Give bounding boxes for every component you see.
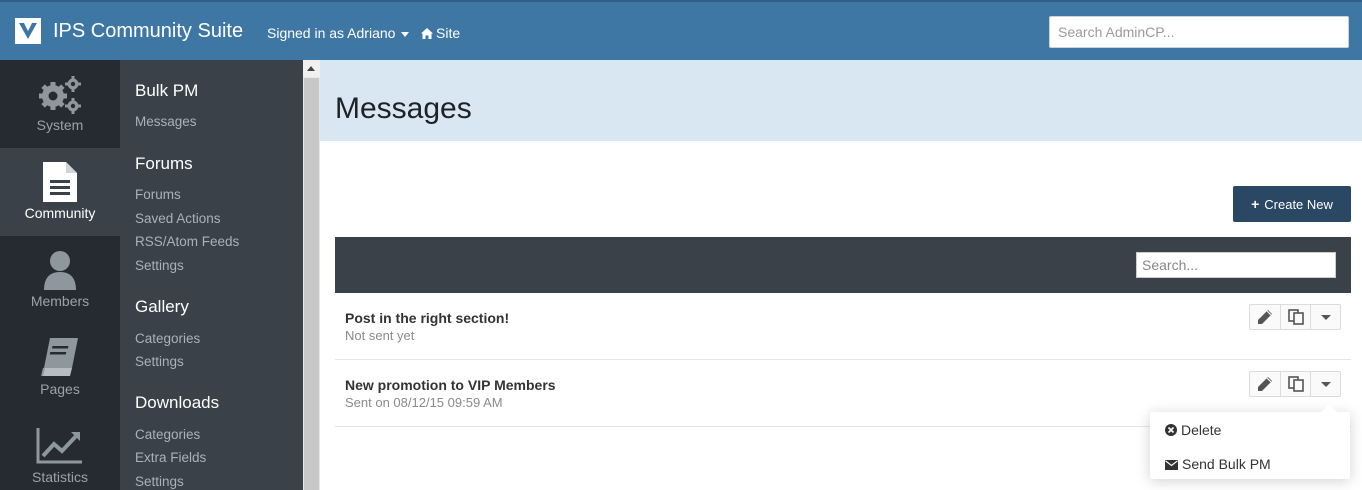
pencil-icon [1258, 310, 1272, 324]
sub-link-gallery-settings[interactable]: Settings [135, 354, 184, 369]
sub-heading-downloads: Downloads [135, 393, 220, 412]
ips-logo-icon [15, 18, 41, 44]
sub-heading-forums: Forums [135, 154, 193, 173]
signed-in-label: Signed in as Adriano [267, 25, 396, 41]
table-row: Post in the right section! Not sent yet [335, 293, 1351, 360]
user-icon [44, 251, 76, 290]
sub-link-forum-settings[interactable]: Settings [135, 258, 184, 273]
nav-item-community[interactable]: Community [0, 148, 120, 236]
table-toolbar [335, 237, 1351, 293]
table-search-input[interactable] [1136, 252, 1336, 278]
copy-icon [1288, 309, 1304, 325]
nav-label-members: Members [30, 293, 90, 309]
send-bulk-pm-label: Send Bulk PM [1182, 456, 1271, 472]
page-title: Messages [335, 92, 472, 125]
row-actions-dropdown: Delete Send Bulk PM [1150, 404, 1350, 479]
nav-label-pages: Pages [40, 381, 80, 397]
plus-icon: + [1251, 196, 1260, 212]
nav-label-community: Community [24, 205, 96, 221]
sub-link-download-categories[interactable]: Categories [135, 427, 200, 442]
sub-menu: Bulk PM Messages Forums Forums Saved Act… [120, 60, 303, 490]
sub-heading-bulk-pm: Bulk PM [135, 81, 199, 100]
delete-label: Delete [1181, 422, 1222, 438]
scroll-up-arrow-icon[interactable] [303, 60, 320, 77]
primary-nav: System Community Members Pages Statistic… [0, 60, 120, 490]
edit-button[interactable] [1250, 372, 1280, 396]
row-actions [1249, 304, 1341, 330]
copy-button[interactable] [1280, 372, 1310, 396]
sub-link-extra-fields[interactable]: Extra Fields [135, 450, 206, 465]
nav-item-pages[interactable]: Pages [0, 324, 120, 412]
scrollbar-thumb[interactable] [304, 78, 319, 490]
book-icon [41, 338, 78, 377]
pencil-icon [1258, 377, 1272, 391]
document-icon [43, 162, 77, 202]
close-circle-icon [1165, 424, 1177, 436]
app-title: IPS Community Suite [53, 20, 244, 42]
nav-item-statistics[interactable]: Statistics [0, 412, 120, 490]
more-actions-button[interactable] [1310, 372, 1340, 396]
sub-heading-gallery: Gallery [135, 297, 189, 316]
sub-link-saved-actions[interactable]: Saved Actions [135, 211, 221, 226]
gears-icon [39, 76, 81, 114]
nav-label-system: System [36, 117, 84, 133]
top-header-bar: IPS Community Suite Signed in as Adriano… [0, 0, 1362, 60]
copy-button[interactable] [1280, 305, 1310, 329]
sub-link-gallery-categories[interactable]: Categories [135, 331, 200, 346]
site-link[interactable]: Site [421, 25, 460, 41]
row-actions [1249, 371, 1341, 397]
sub-link-messages[interactable]: Messages [135, 114, 197, 129]
message-status: Not sent yet [345, 328, 415, 343]
create-new-label: Create New [1264, 197, 1333, 212]
edit-button[interactable] [1250, 305, 1280, 329]
message-status: Sent on 08/12/15 09:59 AM [345, 395, 503, 410]
delete-menu-item[interactable]: Delete [1165, 422, 1221, 438]
nav-item-members[interactable]: Members [0, 236, 120, 324]
sub-link-rss-feeds[interactable]: RSS/Atom Feeds [135, 234, 239, 249]
send-bulk-pm-menu-item[interactable]: Send Bulk PM [1165, 456, 1271, 472]
sub-menu-scrollbar[interactable] [303, 60, 320, 490]
envelope-icon [1165, 460, 1178, 470]
nav-label-statistics: Statistics [31, 469, 88, 485]
create-new-button[interactable]: + Create New [1233, 186, 1351, 222]
sub-link-download-settings[interactable]: Settings [135, 474, 184, 489]
caret-down-icon [1321, 382, 1331, 387]
admincp-search-input[interactable] [1049, 16, 1349, 48]
message-title[interactable]: Post in the right section! [345, 310, 509, 326]
nav-item-system[interactable]: System [0, 60, 120, 148]
sub-link-forums[interactable]: Forums [135, 187, 181, 202]
copy-icon [1288, 376, 1304, 392]
home-icon [421, 28, 433, 39]
site-link-label: Site [436, 25, 461, 41]
more-actions-button[interactable] [1310, 305, 1340, 329]
message-title[interactable]: New promotion to VIP Members [345, 377, 556, 393]
line-chart-icon [36, 428, 82, 464]
caret-down-icon [401, 31, 410, 37]
admin-cp-app: IPS Community Suite Signed in as Adriano… [0, 0, 1362, 490]
account-menu[interactable]: Signed in as Adriano [267, 25, 410, 41]
page-header: Messages [320, 60, 1362, 141]
caret-down-icon [1321, 315, 1331, 320]
